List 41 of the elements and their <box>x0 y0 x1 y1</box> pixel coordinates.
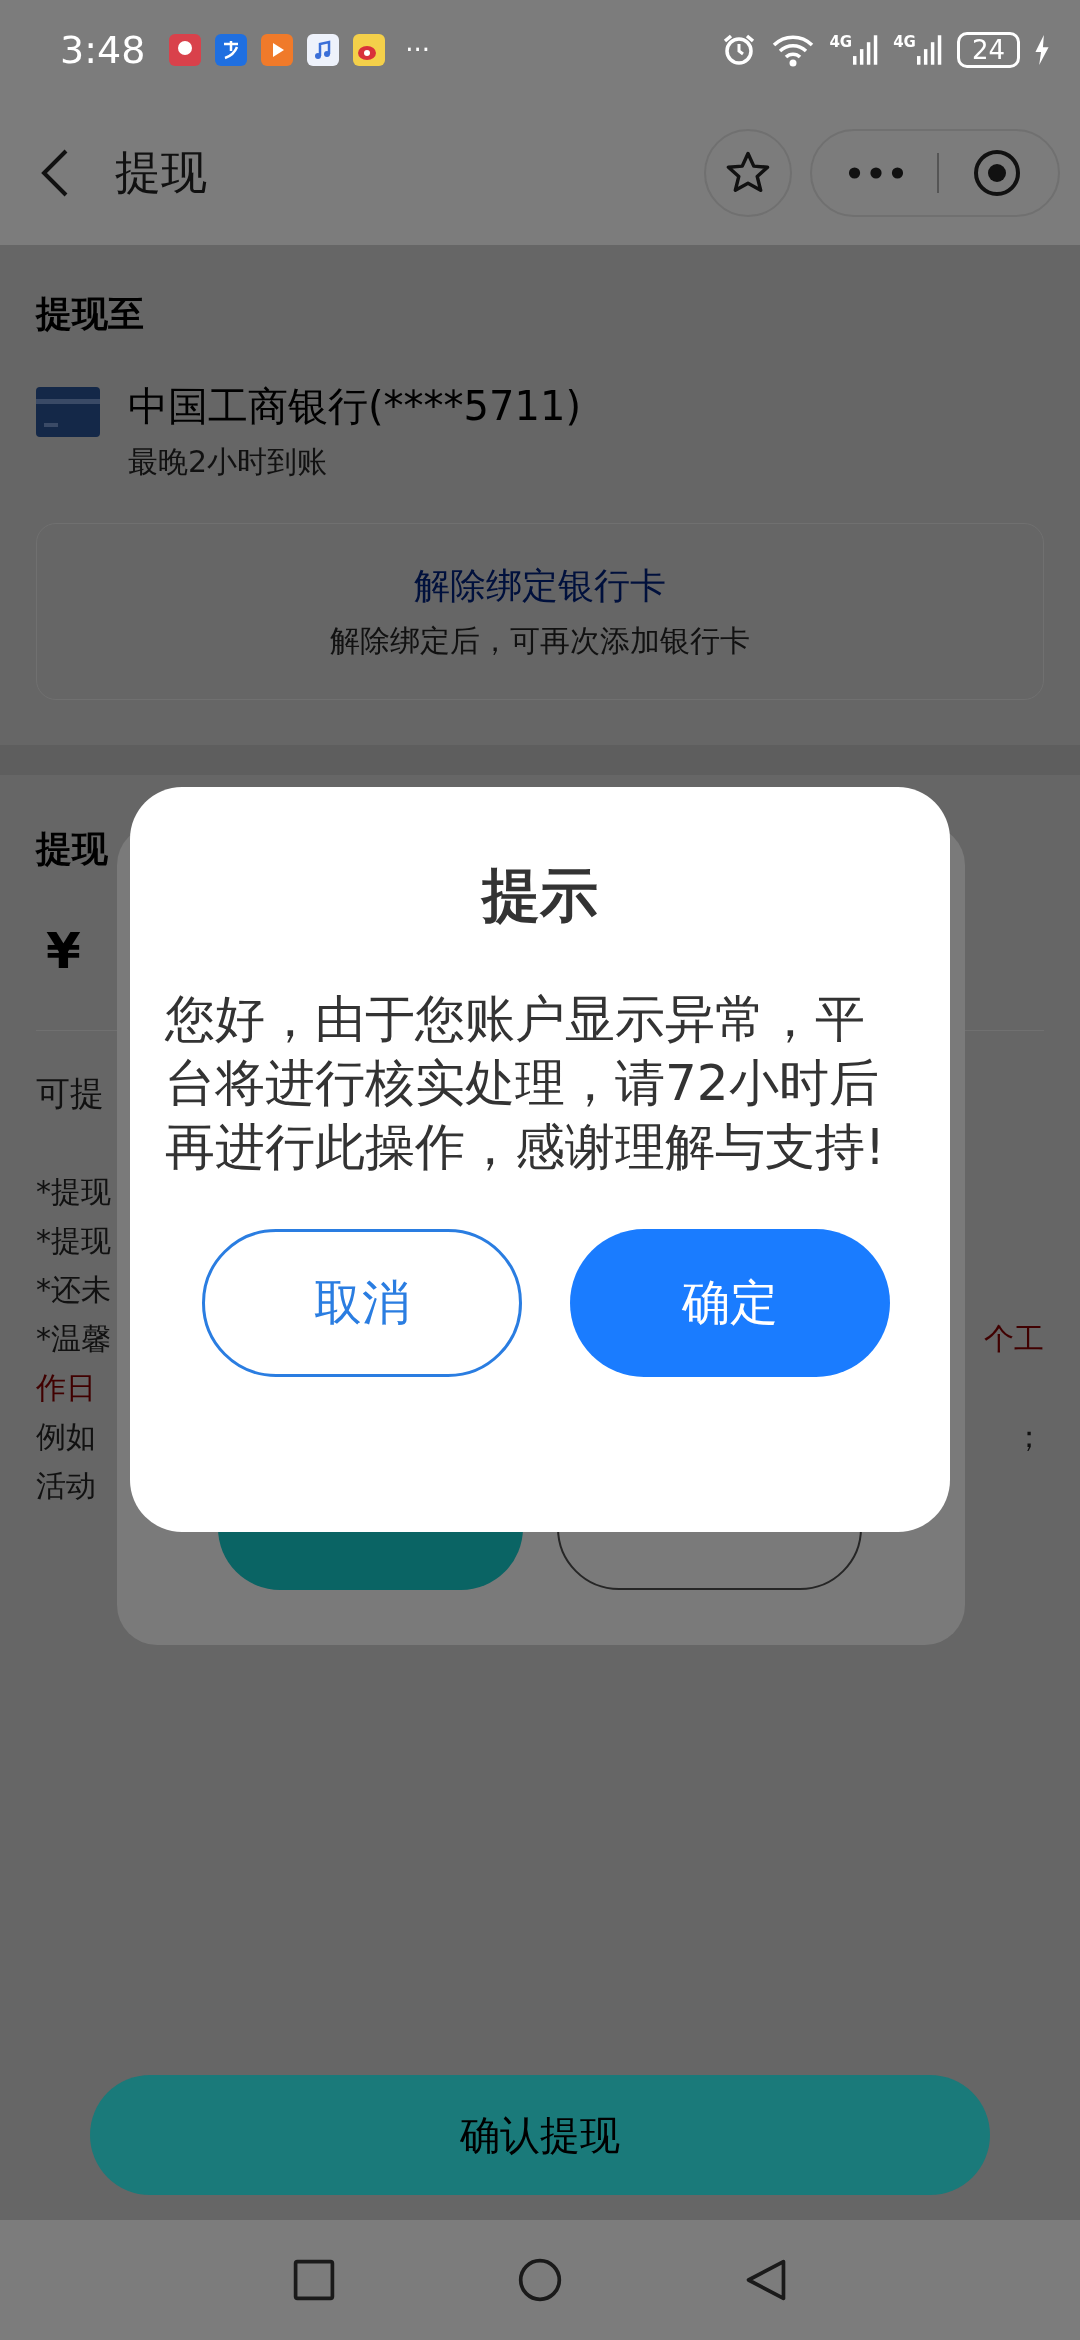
section-title: 提现 <box>36 827 109 871</box>
note-text: *还未 <box>36 1271 111 1309</box>
more-icon[interactable] <box>848 165 905 180</box>
note-text: 活动 <box>36 1467 96 1505</box>
section-title: 提现至 <box>36 292 145 336</box>
app-notification-icon <box>215 34 248 66</box>
more-notifications: ··· <box>405 35 431 65</box>
note-text: 个工 <box>984 1320 1044 1358</box>
note-text: *提现 <box>36 1173 111 1211</box>
app-notification-icon <box>169 34 202 66</box>
confirm-button[interactable]: 确定 <box>570 1229 890 1377</box>
unbind-hint: 解除绑定后，可再次添加银行卡 <box>330 621 750 660</box>
note-text: *温馨 <box>36 1320 111 1358</box>
note-text: ； <box>1014 1418 1044 1456</box>
wifi-icon <box>771 32 816 68</box>
unbind-card-link[interactable]: 解除绑定银行卡 <box>414 561 666 611</box>
music-app-icon <box>307 34 340 66</box>
home-icon[interactable] <box>517 2257 563 2303</box>
note-text: 例如 <box>36 1418 96 1456</box>
back-icon[interactable] <box>40 147 70 198</box>
bank-card-icon <box>36 387 100 437</box>
signal-indicator: 4G <box>893 34 943 66</box>
battery-indicator: 24 <box>956 32 1020 68</box>
status-time: 3:48 <box>60 28 146 72</box>
signal-indicator: 4G <box>829 34 880 66</box>
app-notification-icon <box>261 34 294 66</box>
note-text: *提现 <box>36 1222 111 1260</box>
charging-icon <box>1034 35 1050 65</box>
cancel-button[interactable]: 取消 <box>202 1229 522 1377</box>
dialog-title: 提示 <box>480 860 599 931</box>
close-icon[interactable] <box>971 147 1022 198</box>
recents-icon[interactable] <box>291 2257 337 2303</box>
arrival-time: 最晚2小时到账 <box>128 443 329 481</box>
page-title: 提现 <box>115 143 207 201</box>
dialog-message: 您好，由于您账户显示异常，平台将进行核实处理，请72小时后再进行此操作，感谢理解与支持! <box>165 989 887 1178</box>
confirm-withdraw-button[interactable]: 确认提现 <box>90 2075 990 2195</box>
app-notification-icon <box>353 34 386 66</box>
currency-symbol: ¥ <box>45 922 82 980</box>
available-amount: 可提 <box>36 1073 104 1113</box>
bank-account: 中国工商银行(****5711) <box>128 382 581 431</box>
note-text: 作日 <box>36 1369 96 1407</box>
